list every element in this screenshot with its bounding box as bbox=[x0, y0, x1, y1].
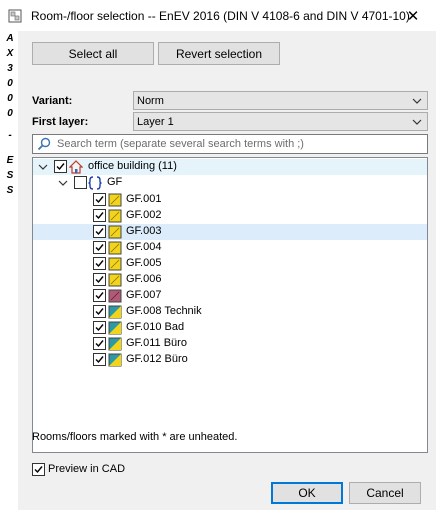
room-checkbox[interactable] bbox=[93, 193, 106, 206]
tree-floor-row[interactable]: GF bbox=[33, 175, 427, 191]
room-yellow-icon bbox=[108, 193, 122, 207]
variant-select[interactable]: Norm bbox=[133, 91, 428, 110]
side-label-char: S bbox=[6, 185, 14, 196]
floor-checkbox[interactable] bbox=[74, 176, 87, 189]
room-yellow-icon bbox=[108, 241, 122, 255]
room-label: GF.003 bbox=[126, 225, 162, 237]
side-label-char: - bbox=[8, 130, 12, 141]
room-checkbox[interactable] bbox=[93, 337, 106, 350]
side-label-char: X bbox=[6, 48, 14, 59]
tree-room-row[interactable]: GF.006 bbox=[33, 272, 427, 288]
first-layer-value: Layer 1 bbox=[137, 115, 174, 128]
revert-selection-button[interactable]: Revert selection bbox=[158, 42, 280, 65]
room-yellow-icon bbox=[108, 225, 122, 239]
room-checkbox[interactable] bbox=[93, 305, 106, 318]
floor-bracket-icon bbox=[88, 176, 102, 190]
room-checkbox[interactable] bbox=[93, 273, 106, 286]
first-layer-label: First layer: bbox=[32, 116, 89, 128]
tree-room-row[interactable]: GF.012 Büro bbox=[33, 352, 427, 368]
room-tree[interactable]: office building (11) GF GF.001 GF.002 GF… bbox=[32, 157, 428, 453]
room-green-icon bbox=[108, 305, 122, 319]
root-label: office building (11) bbox=[88, 160, 177, 172]
chevron-down-icon bbox=[412, 98, 422, 104]
room-label: GF.005 bbox=[126, 257, 162, 269]
room-yellow-icon bbox=[108, 209, 122, 223]
tree-room-row[interactable]: GF.004 bbox=[33, 240, 427, 256]
room-label: GF.002 bbox=[126, 209, 162, 221]
room-label: GF.010 Bad bbox=[126, 321, 185, 333]
title-bar: Room-/floor selection -- EnEV 2016 (DIN … bbox=[0, 0, 436, 31]
select-all-button[interactable]: Select all bbox=[32, 42, 154, 65]
chevron-down-icon bbox=[412, 119, 422, 125]
close-button[interactable]: ✕ bbox=[390, 0, 436, 31]
tree-room-row[interactable]: GF.010 Bad bbox=[33, 320, 427, 336]
variant-label: Variant: bbox=[32, 95, 73, 107]
room-label: GF.007 bbox=[126, 289, 162, 301]
search-icon bbox=[37, 137, 51, 151]
preview-label[interactable]: Preview in CAD bbox=[48, 463, 125, 475]
side-label-char: 0 bbox=[7, 78, 13, 89]
preview-checkbox[interactable] bbox=[32, 463, 45, 476]
side-label-strip: A X 3 0 0 0 - E S S bbox=[0, 31, 18, 510]
side-label-char: 0 bbox=[7, 93, 13, 104]
tree-room-row[interactable]: GF.003 bbox=[33, 224, 427, 240]
search-input[interactable]: Search term (separate several search ter… bbox=[32, 134, 428, 154]
tree-root-row[interactable]: office building (11) bbox=[33, 159, 427, 175]
first-layer-select[interactable]: Layer 1 bbox=[133, 112, 428, 131]
room-green-icon bbox=[108, 353, 122, 367]
room-checkbox[interactable] bbox=[93, 353, 106, 366]
cancel-button[interactable]: Cancel bbox=[349, 482, 421, 504]
room-green-icon bbox=[108, 337, 122, 351]
tree-room-row[interactable]: GF.007 bbox=[33, 288, 427, 304]
room-label: GF.001 bbox=[126, 193, 162, 205]
close-icon: ✕ bbox=[406, 7, 420, 25]
room-yellow-icon bbox=[108, 273, 122, 287]
root-checkbox[interactable] bbox=[54, 160, 67, 173]
room-yellow-icon bbox=[108, 257, 122, 271]
unheated-note: Rooms/floors marked with * are unheated. bbox=[32, 431, 238, 443]
room-red-icon bbox=[108, 289, 122, 303]
side-label-char: S bbox=[6, 170, 14, 181]
side-label-char: E bbox=[6, 155, 14, 166]
room-checkbox[interactable] bbox=[93, 289, 106, 302]
variant-value: Norm bbox=[137, 94, 164, 107]
room-label: GF.008 Technik bbox=[126, 305, 202, 317]
app-icon bbox=[8, 9, 22, 23]
side-label-char: A bbox=[6, 33, 14, 44]
room-label: GF.011 Büro bbox=[126, 337, 187, 349]
tree-room-row[interactable]: GF.001 bbox=[33, 192, 427, 208]
room-checkbox[interactable] bbox=[93, 241, 106, 254]
room-checkbox[interactable] bbox=[93, 209, 106, 222]
room-label: GF.006 bbox=[126, 273, 162, 285]
house-icon bbox=[69, 160, 83, 174]
tree-room-row[interactable]: GF.005 bbox=[33, 256, 427, 272]
ok-button[interactable]: OK bbox=[271, 482, 343, 504]
room-label: GF.012 Büro bbox=[126, 353, 188, 365]
floor-label: GF bbox=[107, 176, 123, 188]
tree-room-row[interactable]: GF.002 bbox=[33, 208, 427, 224]
window-title: Room-/floor selection -- EnEV 2016 (DIN … bbox=[31, 9, 410, 23]
room-checkbox[interactable] bbox=[93, 321, 106, 334]
room-label: GF.004 bbox=[126, 241, 162, 253]
chevron-down-icon[interactable] bbox=[38, 162, 48, 172]
room-green-icon bbox=[108, 321, 122, 335]
tree-room-row[interactable]: GF.011 Büro bbox=[33, 336, 427, 352]
side-label-char: 0 bbox=[7, 108, 13, 119]
dialog-body: Select all Revert selection Variant: Nor… bbox=[18, 31, 436, 510]
search-placeholder: Search term (separate several search ter… bbox=[57, 138, 304, 150]
chevron-down-icon[interactable] bbox=[58, 178, 68, 188]
room-checkbox[interactable] bbox=[93, 257, 106, 270]
side-label-char: 3 bbox=[7, 63, 13, 74]
tree-room-row[interactable]: GF.008 Technik bbox=[33, 304, 427, 320]
room-checkbox[interactable] bbox=[93, 225, 106, 238]
